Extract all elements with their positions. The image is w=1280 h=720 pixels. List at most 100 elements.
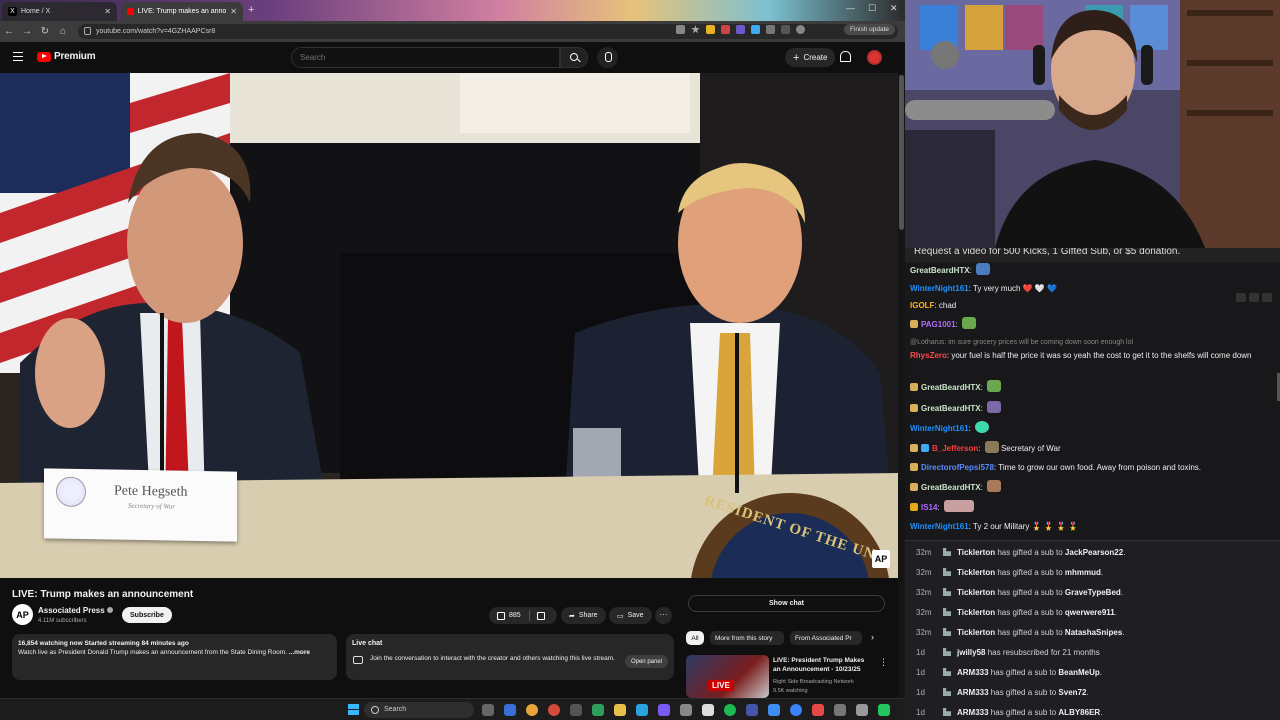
voice-search-mic-icon[interactable] bbox=[597, 47, 618, 68]
video-player[interactable]: Pete Hegseth Secretary of War RESIDENT O… bbox=[0, 73, 898, 578]
task-view-icon[interactable] bbox=[482, 704, 494, 716]
taskbar-app-icon[interactable] bbox=[812, 704, 824, 716]
close-tab-icon[interactable]: ✕ bbox=[104, 7, 111, 16]
kick-logo-icon bbox=[943, 708, 951, 716]
chat-username[interactable]: WinterNight161 bbox=[910, 424, 969, 433]
profile-icon[interactable] bbox=[796, 25, 805, 34]
new-tab-button[interactable]: + bbox=[248, 4, 254, 16]
spotify-icon[interactable] bbox=[724, 704, 736, 716]
dislike-icon[interactable] bbox=[536, 611, 545, 620]
reload-icon[interactable]: ↻ bbox=[36, 26, 54, 37]
share-button[interactable]: ➦ Share bbox=[561, 607, 606, 624]
forward-icon[interactable]: → bbox=[18, 26, 36, 37]
chrome-icon[interactable] bbox=[526, 704, 538, 716]
sidebar-icon[interactable] bbox=[781, 25, 790, 34]
extension-icon[interactable] bbox=[736, 25, 745, 34]
site-info-icon[interactable] bbox=[84, 27, 91, 35]
channel-name[interactable]: Associated Press bbox=[38, 606, 113, 615]
telegram-icon[interactable] bbox=[636, 704, 648, 716]
emote-icon bbox=[962, 317, 976, 329]
chat-username[interactable]: WinterNight161 bbox=[910, 522, 969, 531]
notifications-bell-icon[interactable] bbox=[840, 51, 851, 62]
extension-icon[interactable] bbox=[706, 25, 715, 34]
chat-username[interactable]: GreatBeardHTX bbox=[921, 383, 981, 392]
show-chat-button[interactable]: Show chat bbox=[688, 595, 885, 612]
taskbar-app-icon[interactable] bbox=[702, 704, 714, 716]
taskbar-app-icon[interactable] bbox=[680, 704, 692, 716]
event-action: has gifted a sub to bbox=[988, 687, 1059, 697]
extension-icon[interactable] bbox=[751, 25, 760, 34]
event-time: 1d bbox=[916, 647, 925, 657]
taskbar-app-icon[interactable] bbox=[768, 704, 780, 716]
event-target: mhmmud bbox=[1064, 567, 1101, 577]
taskbar-app-icon[interactable] bbox=[790, 704, 802, 716]
scrollbar-thumb[interactable] bbox=[899, 75, 904, 230]
chat-username[interactable]: WinterNight161 bbox=[910, 284, 969, 293]
bookmark-star-icon[interactable] bbox=[691, 25, 700, 34]
recommendation-thumbnail[interactable]: LIVE bbox=[686, 655, 769, 698]
like-count[interactable]: 885 bbox=[509, 612, 521, 619]
chat-username[interactable]: IS14 bbox=[921, 503, 937, 512]
chat-username[interactable]: IGOLF bbox=[910, 301, 934, 310]
minimize-icon[interactable]: — bbox=[846, 3, 855, 13]
taskbar-app-icon[interactable] bbox=[592, 704, 604, 716]
taskbar-app-icon[interactable] bbox=[856, 704, 868, 716]
chip-all[interactable]: All bbox=[686, 631, 704, 645]
taskbar-app-icon[interactable] bbox=[548, 704, 560, 716]
like-icon[interactable] bbox=[497, 611, 505, 620]
create-button[interactable]: + Create bbox=[785, 48, 836, 67]
chat-username[interactable]: RhysZero bbox=[910, 351, 947, 360]
taskbar-app-icon[interactable] bbox=[504, 704, 516, 716]
search-button[interactable] bbox=[560, 47, 588, 68]
description-box[interactable]: 16,854 watching now Started streaming 84… bbox=[12, 634, 337, 680]
chat-username[interactable]: GreatBeardHTX bbox=[921, 483, 981, 492]
kick-logo-icon bbox=[943, 688, 951, 696]
extension-icon[interactable] bbox=[721, 25, 730, 34]
chip-more-from-story[interactable]: More from this story bbox=[710, 631, 784, 645]
file-explorer-icon[interactable] bbox=[614, 704, 626, 716]
recommendation-title[interactable]: LIVE: President Trump Makes an Announcem… bbox=[773, 657, 873, 674]
back-icon[interactable]: ← bbox=[0, 26, 18, 37]
taskbar-search[interactable]: Search bbox=[364, 702, 474, 718]
search-input[interactable] bbox=[291, 47, 560, 68]
open-panel-button[interactable]: Open panel bbox=[624, 655, 668, 668]
save-button[interactable]: ▭ Save bbox=[609, 607, 652, 624]
maximize-icon[interactable]: ☐ bbox=[868, 3, 876, 14]
event-target: NatashaSnipes bbox=[1064, 627, 1123, 637]
taskbar-app-icon[interactable] bbox=[658, 704, 670, 716]
install-icon[interactable] bbox=[676, 25, 685, 34]
chat-username[interactable]: DirectorofPepsi578 bbox=[921, 463, 994, 472]
close-window-icon[interactable]: ✕ bbox=[890, 3, 898, 14]
hamburger-menu-icon[interactable] bbox=[13, 52, 23, 61]
chat-username[interactable]: PAG1001 bbox=[921, 320, 956, 329]
page-scrollbar[interactable] bbox=[898, 73, 905, 720]
youtube-favicon-icon bbox=[127, 8, 134, 15]
subscribe-button[interactable]: Subscribe bbox=[122, 607, 172, 623]
extensions-puzzle-icon[interactable] bbox=[766, 25, 775, 34]
taskbar-app-icon[interactable] bbox=[834, 704, 846, 716]
kick-app-icon[interactable] bbox=[878, 704, 890, 716]
event-target: GraveTypeBed bbox=[1064, 587, 1121, 597]
chat-username[interactable]: B_Jefferson bbox=[932, 444, 978, 453]
description-more-link[interactable]: ...more bbox=[289, 649, 310, 656]
chip-from-associated-press[interactable]: From Associated Pr bbox=[790, 631, 862, 645]
recommendation-menu-icon[interactable]: ⋮ bbox=[879, 657, 888, 668]
home-icon[interactable]: ⌂ bbox=[54, 26, 72, 37]
close-tab-icon[interactable]: ✕ bbox=[230, 7, 237, 16]
account-avatar[interactable] bbox=[867, 50, 882, 65]
chevron-right-icon[interactable]: › bbox=[871, 632, 874, 642]
x-logo-icon: X bbox=[8, 7, 17, 16]
taskbar-app-icon[interactable] bbox=[746, 704, 758, 716]
tab-youtube-live[interactable]: LIVE: Trump makes an anno ✕ bbox=[121, 2, 243, 21]
chat-username[interactable]: GreatBeardHTX bbox=[921, 404, 981, 413]
youtube-premium-logo[interactable]: Premium bbox=[37, 51, 96, 62]
extensions-bar bbox=[676, 25, 805, 34]
channel-avatar[interactable]: AP bbox=[12, 604, 33, 625]
more-actions-button[interactable]: ··· bbox=[655, 607, 672, 624]
finish-update-button[interactable]: Finish update bbox=[843, 24, 895, 35]
description-body: Watch live as President Donald Trump mak… bbox=[18, 649, 287, 656]
taskbar-app-icon[interactable] bbox=[570, 704, 582, 716]
tab-home-x[interactable]: X Home / X ✕ bbox=[2, 2, 117, 21]
chat-username[interactable]: GreatBeardHTX bbox=[910, 266, 970, 275]
windows-start-icon[interactable] bbox=[348, 704, 359, 715]
